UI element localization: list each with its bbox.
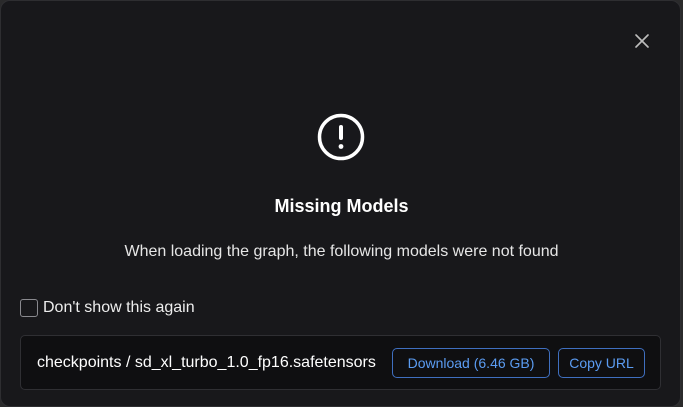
dialog-title: Missing Models bbox=[274, 196, 409, 216]
copy-url-button[interactable]: Copy URL bbox=[558, 348, 645, 378]
close-icon[interactable] bbox=[635, 34, 649, 48]
dont-show-again-checkbox[interactable] bbox=[20, 299, 38, 317]
dont-show-again-label: Don't show this again bbox=[43, 299, 195, 316]
exclamation-circle-icon bbox=[317, 113, 365, 161]
dont-show-again-option[interactable]: Don't show this again bbox=[20, 299, 195, 317]
close-button[interactable] bbox=[631, 30, 653, 52]
missing-model-row: checkpoints / sd_xl_turbo_1.0_fp16.safet… bbox=[20, 335, 661, 390]
dialog-message: When loading the graph, the following mo… bbox=[124, 243, 559, 260]
download-button[interactable]: Download (6.46 GB) bbox=[392, 348, 550, 378]
model-path: checkpoints / sd_xl_turbo_1.0_fp16.safet… bbox=[37, 354, 376, 371]
missing-models-dialog: Missing Models When loading the graph, t… bbox=[0, 0, 681, 407]
